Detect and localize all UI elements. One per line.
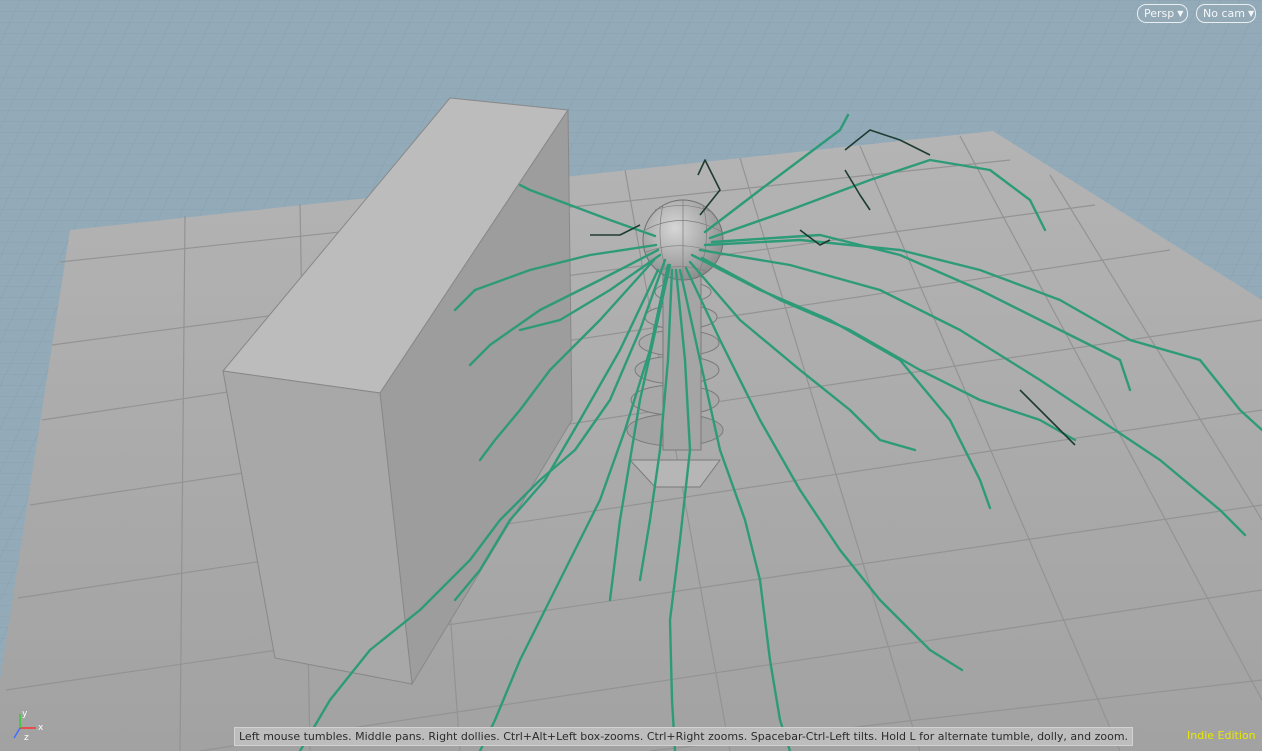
axis-x-label: x xyxy=(38,723,44,733)
axis-z-label: z xyxy=(24,733,29,743)
camera-persp-menu[interactable]: Persp ▼ xyxy=(1137,4,1188,23)
sphere xyxy=(642,199,724,281)
axis-y-label: y xyxy=(22,709,28,719)
viewport-status-bar: Left mouse tumbles. Middle pans. Right d… xyxy=(234,727,1134,746)
viewport[interactable]: Persp ▼ No cam ▼ Left mouse tumbles. Middl… xyxy=(0,0,1262,751)
chevron-down-icon: ▼ xyxy=(1247,9,1255,18)
edition-label: Indie Edition xyxy=(1187,729,1256,742)
scene-3d[interactable] xyxy=(0,0,1262,751)
floor-plane xyxy=(0,131,1262,751)
status-text: Left mouse tumbles. Middle pans. Right d… xyxy=(239,730,1129,743)
camera-persp-label: Persp xyxy=(1144,7,1175,20)
no-cam-menu[interactable]: No cam ▼ xyxy=(1196,4,1256,23)
no-cam-label: No cam xyxy=(1203,7,1245,20)
axis-gizmo-icon: x y z xyxy=(13,709,44,743)
chevron-down-icon: ▼ xyxy=(1177,9,1184,18)
